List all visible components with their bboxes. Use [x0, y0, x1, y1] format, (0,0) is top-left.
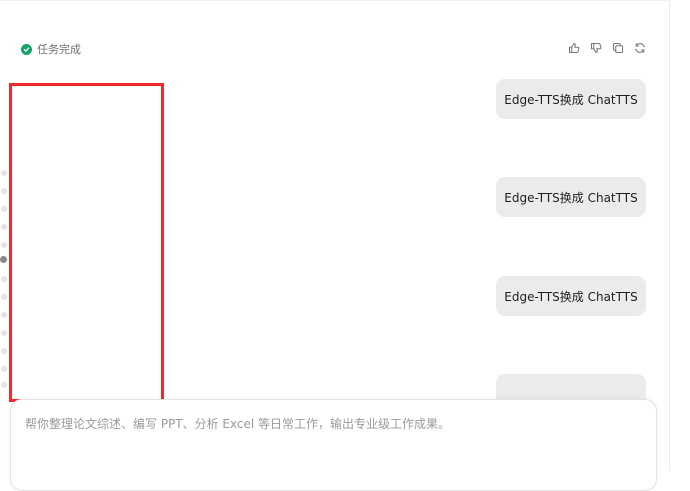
task-status-label: 任务完成	[37, 43, 81, 56]
chat-input-box[interactable]: 帮你整理论文综述、编写 PPT、分析 Excel 等日常工作，输出专业级工作成果…	[10, 399, 657, 491]
user-message-bubble: Edge-TTS换成 ChatTTS	[496, 276, 646, 316]
task-status: 任务完成	[21, 41, 81, 57]
check-circle-icon	[21, 43, 32, 55]
top-divider	[0, 0, 669, 1]
regenerate-icon[interactable]	[633, 41, 647, 55]
scroll-dot[interactable]	[1, 276, 7, 282]
user-message-bubble: Edge-TTS换成 ChatTTS	[496, 79, 646, 119]
conversation-scroll-indicator[interactable]	[0, 160, 8, 390]
thumbs-up-icon[interactable]	[567, 41, 581, 55]
message-actions	[567, 40, 647, 56]
user-message-bubble: Edge-TTS换成 ChatTTS	[496, 177, 646, 217]
chat-input-placeholder: 帮你整理论文综述、编写 PPT、分析 Excel 等日常工作，输出专业级工作成果…	[25, 417, 451, 431]
scroll-dot[interactable]	[1, 170, 7, 176]
scroll-dot[interactable]	[1, 242, 7, 248]
scroll-dot[interactable]	[1, 188, 7, 194]
scroll-dot[interactable]	[1, 330, 7, 336]
scroll-dot[interactable]	[1, 206, 7, 212]
user-message-text: Edge-TTS换成 ChatTTS	[504, 289, 638, 304]
copy-icon[interactable]	[611, 41, 625, 55]
scroll-dot[interactable]	[1, 294, 7, 300]
scroll-dot[interactable]	[1, 382, 7, 388]
scroll-dot[interactable]	[1, 348, 7, 354]
scroll-dot[interactable]	[1, 366, 7, 372]
user-message-text: Edge-TTS换成 ChatTTS	[504, 92, 638, 107]
scroll-dot[interactable]	[1, 312, 7, 318]
scroll-dot[interactable]	[1, 224, 7, 230]
highlight-box	[9, 83, 164, 402]
user-message-text: Edge-TTS换成 ChatTTS	[504, 190, 638, 205]
thumbs-down-icon[interactable]	[589, 41, 603, 55]
right-panel-border	[669, 0, 670, 470]
scroll-dot-active[interactable]	[0, 256, 7, 263]
